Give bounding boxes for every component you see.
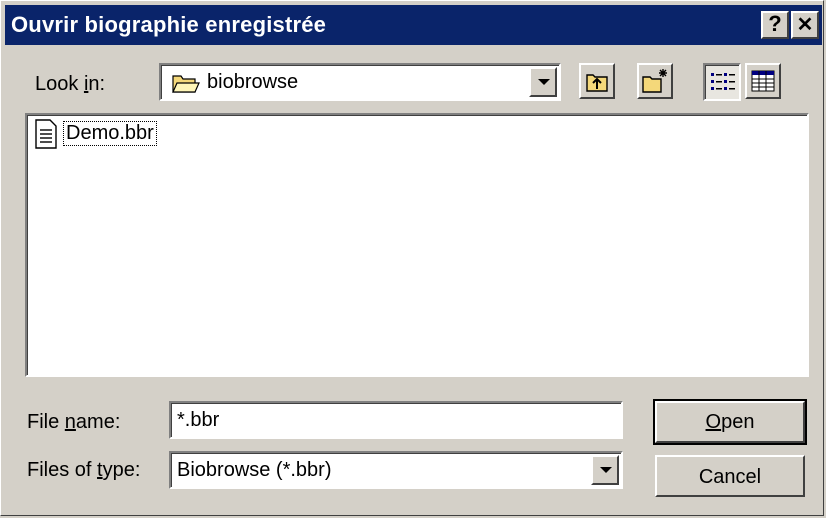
file-name-label: File name: (27, 411, 121, 433)
list-view-icon (711, 73, 735, 90)
help-icon: ? (768, 11, 782, 36)
close-icon: ✕ (796, 14, 814, 36)
document-icon (35, 119, 57, 149)
file-type-combobox[interactable]: Biobrowse (*.bbr) (169, 451, 623, 489)
file-type-value: Biobrowse (*.bbr) (177, 459, 332, 481)
folder-open-icon (171, 71, 201, 100)
up-one-level-icon (586, 74, 608, 92)
open-file-dialog: Ouvrir biographie enregistrée ? ✕ Look i… (0, 0, 824, 516)
file-list[interactable] (25, 113, 809, 377)
title-bar[interactable]: Ouvrir biographie enregistrée ? ✕ (5, 5, 822, 45)
close-button[interactable]: ✕ (791, 11, 819, 39)
file-name-input[interactable]: *.bbr (169, 401, 623, 439)
file-type-label: Files of type: (27, 459, 141, 481)
open-button[interactable]: Open (653, 399, 807, 445)
list-view-button[interactable] (703, 63, 741, 101)
file-name-value: *.bbr (177, 409, 220, 431)
details-view-button[interactable] (745, 63, 781, 99)
look-in-combobox[interactable]: biobrowse (159, 63, 561, 101)
new-folder-button[interactable] (637, 63, 673, 99)
look-in-label: Look in: (35, 73, 106, 95)
help-button[interactable]: ? (761, 11, 789, 39)
dialog-title: Ouvrir biographie enregistrée (11, 12, 327, 37)
cancel-button[interactable]: Cancel (655, 455, 805, 497)
up-one-level-button[interactable] (579, 63, 615, 99)
look-in-dropdown-button[interactable] (529, 67, 557, 97)
details-view-icon (751, 70, 775, 92)
look-in-value: biobrowse (207, 71, 299, 93)
chevron-down-icon (538, 79, 550, 85)
file-type-dropdown-button[interactable] (591, 455, 619, 485)
chevron-down-icon (600, 467, 612, 473)
new-folder-icon (642, 69, 667, 93)
file-name-label: Demo.bbr (63, 121, 157, 146)
